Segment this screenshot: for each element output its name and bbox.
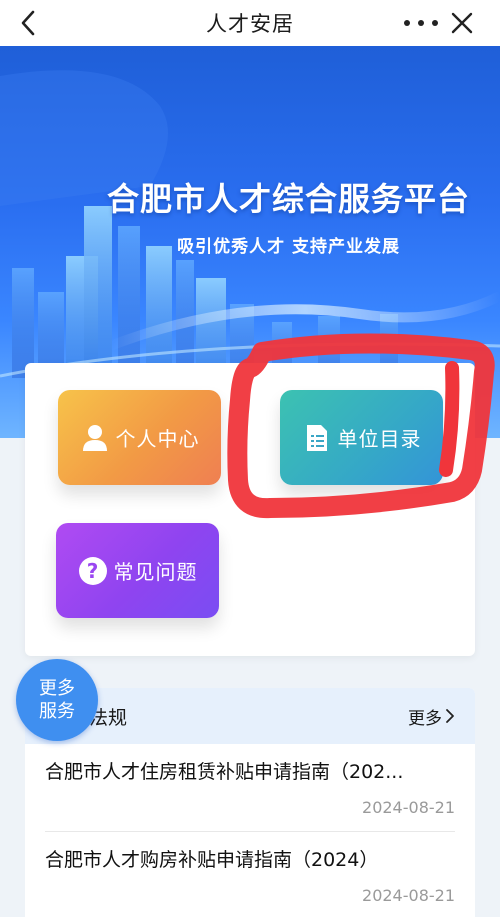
- more-services-label-line2: 服务: [39, 701, 75, 722]
- nav-bar: 人才安居: [0, 0, 500, 46]
- service-card: 个人中心 单位目录 ? 常见问题: [25, 363, 475, 656]
- news-more-link[interactable]: 更多: [408, 704, 455, 729]
- news-item[interactable]: 合肥市人才住房租赁补贴申请指南（202... 2024-08-21: [25, 744, 475, 817]
- faq-label: 常见问题: [113, 560, 198, 584]
- news-item-date: 2024-08-21: [362, 798, 455, 817]
- chevron-right-icon: [446, 709, 454, 723]
- chevron-left-icon[interactable]: [14, 8, 44, 38]
- personal-center-button[interactable]: 个人中心: [58, 390, 221, 485]
- news-item[interactable]: 合肥市人才购房补贴申请指南（2024） 2024-08-21: [25, 832, 475, 905]
- news-item-title: 合肥市人才住房租赁补贴申请指南（202...: [45, 761, 404, 783]
- close-icon[interactable]: [448, 9, 476, 37]
- more-dots-icon[interactable]: [404, 10, 438, 36]
- news-item-title: 合肥市人才购房补贴申请指南（2024）: [45, 849, 379, 871]
- more-services-button[interactable]: 更多 服务: [16, 659, 98, 741]
- news-panel: 法规 更多 合肥市人才住房租赁补贴申请指南（202... 2024-08-21 …: [25, 688, 475, 917]
- banner-subtitle: 吸引优秀人才 支持产业发展: [177, 237, 400, 257]
- unit-directory-button[interactable]: 单位目录: [280, 390, 443, 485]
- unit-directory-label: 单位目录: [337, 427, 422, 451]
- news-more-label: 更多: [408, 708, 442, 729]
- question-icon: ?: [78, 556, 108, 586]
- news-item-date: 2024-08-21: [362, 886, 455, 905]
- document-list-icon: [302, 423, 332, 453]
- banner-title: 合肥市人才综合服务平台: [106, 180, 470, 218]
- personal-center-label: 个人中心: [115, 427, 200, 451]
- page-title: 人才安居: [206, 12, 294, 36]
- page: 人才安居 合肥市人才综合服务平台 吸引优秀人才 支持产业发展 个人中心 单位目录…: [0, 0, 500, 917]
- svg-text:?: ?: [86, 559, 99, 583]
- more-services-label-line1: 更多: [39, 678, 75, 699]
- user-icon: [80, 423, 110, 453]
- faq-button[interactable]: ? 常见问题: [56, 523, 219, 618]
